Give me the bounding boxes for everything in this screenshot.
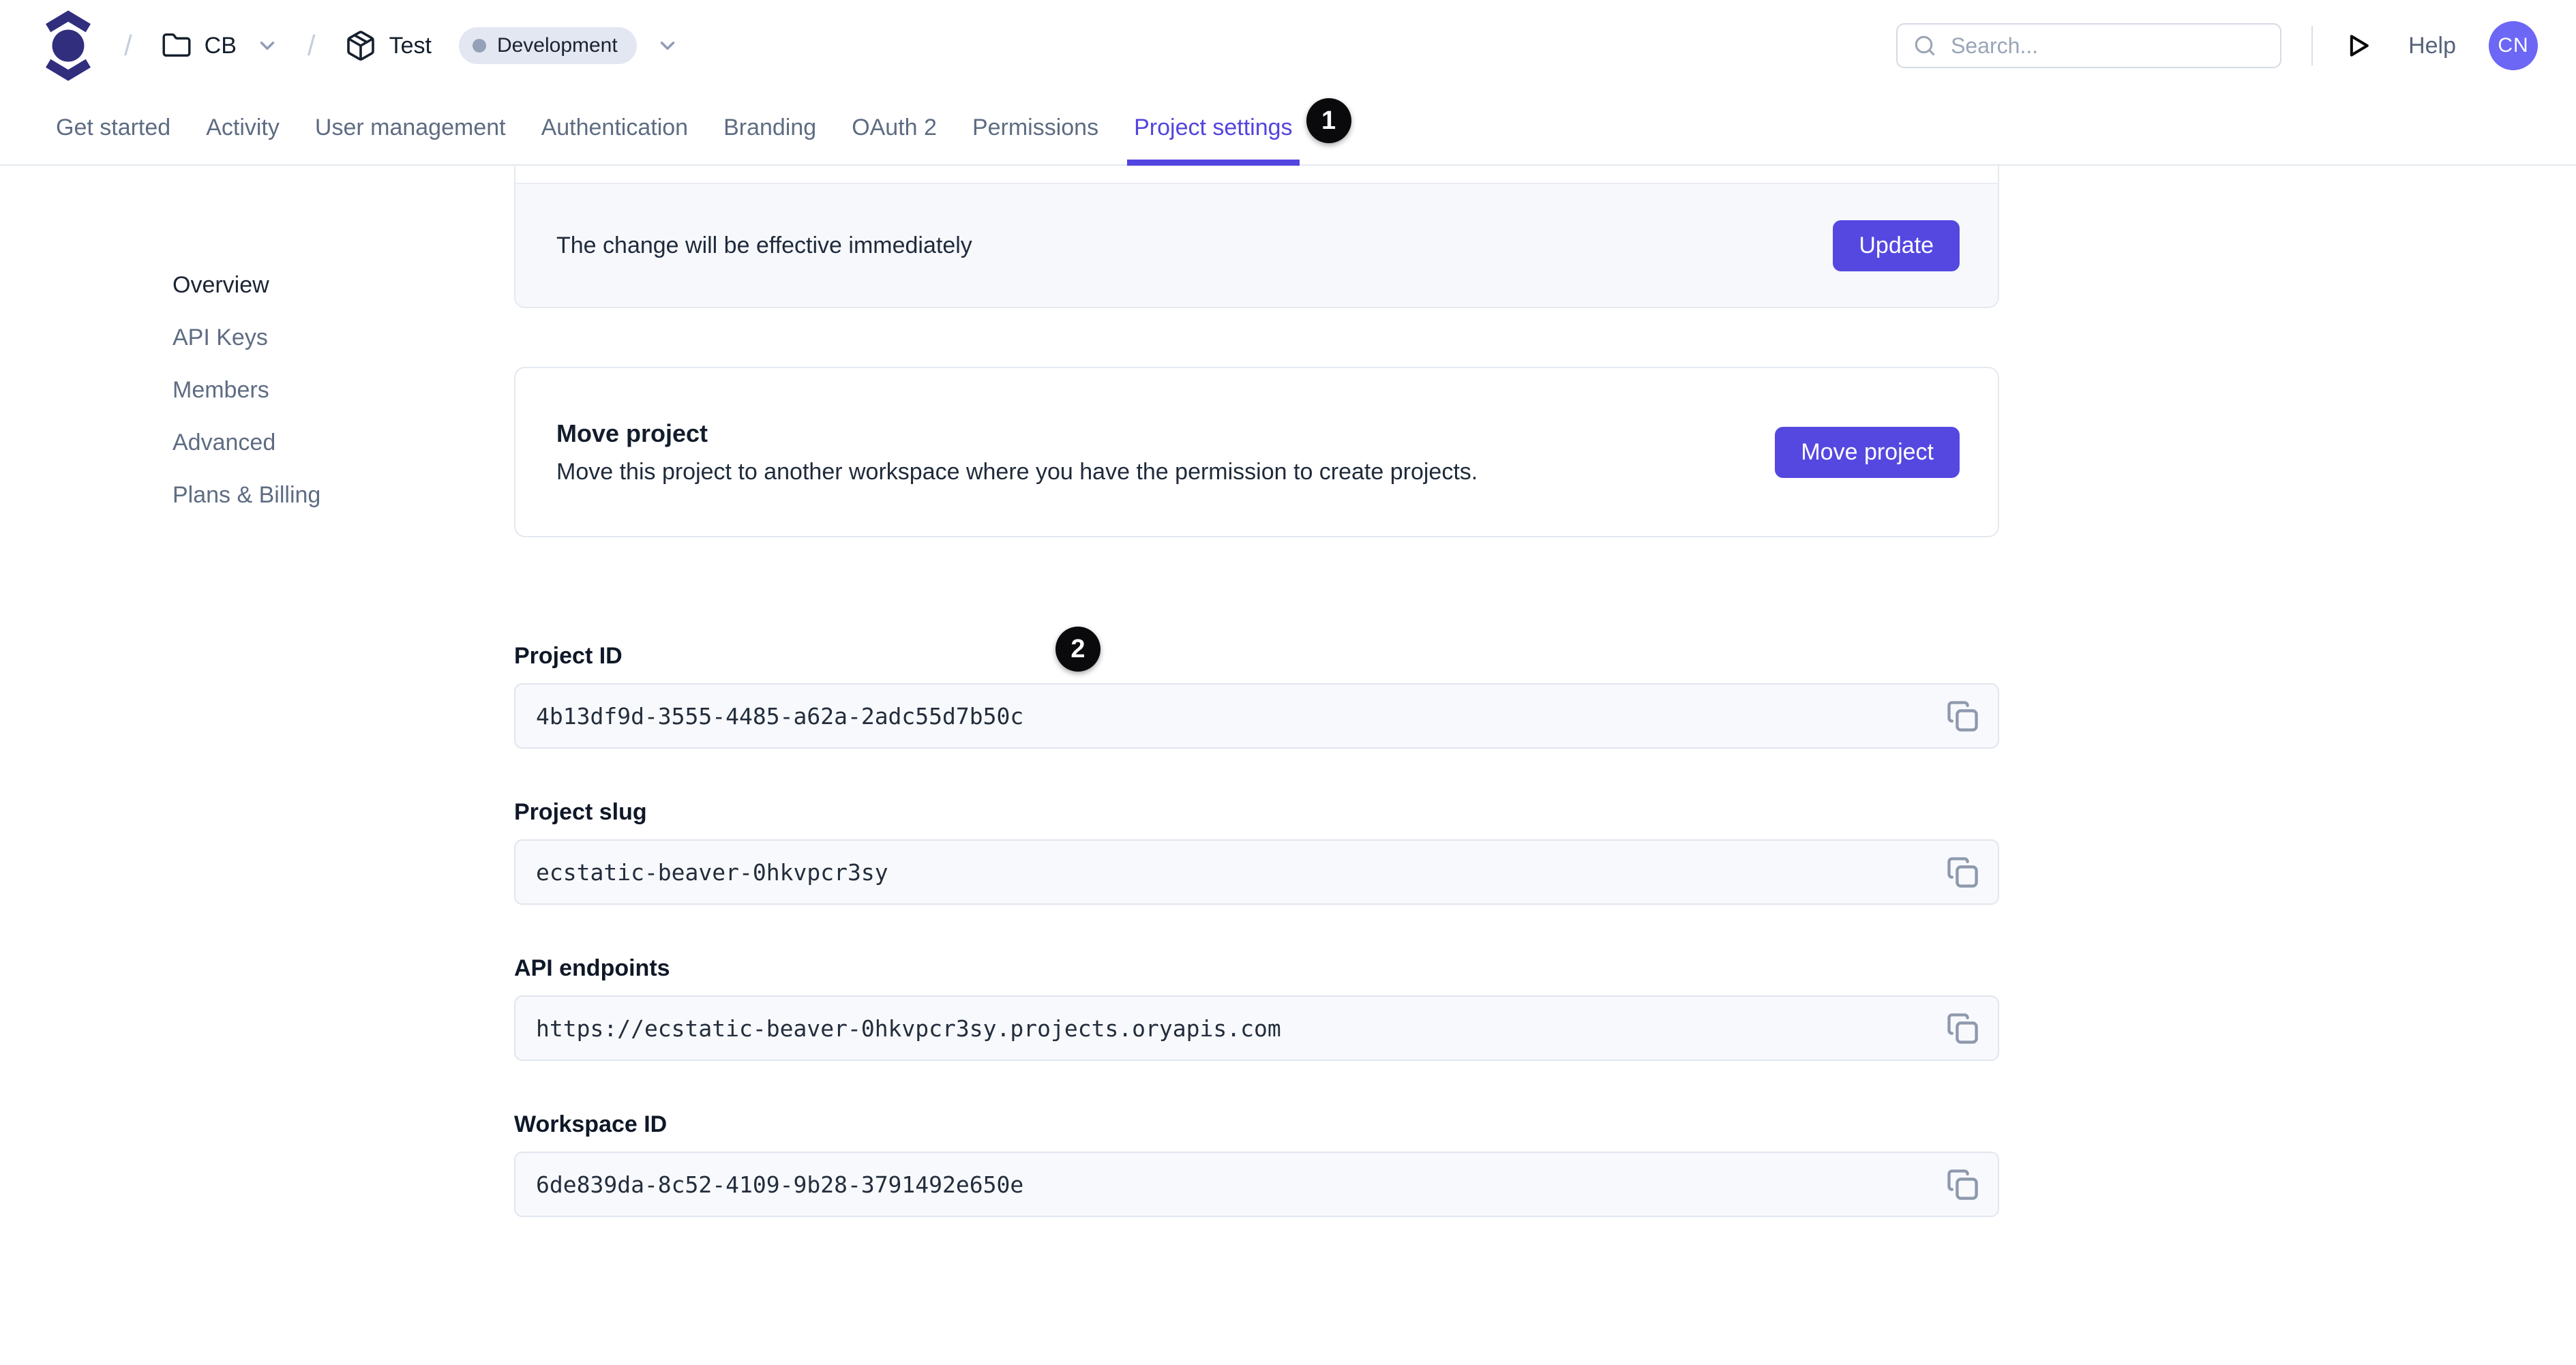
- search-input[interactable]: [1949, 32, 2266, 59]
- update-note: The change will be effective immediately: [556, 232, 972, 258]
- settings-main: The change will be effective immediately…: [514, 166, 1999, 1217]
- move-project-text: Move project Move this project to anothe…: [556, 419, 1775, 485]
- breadcrumb-separator: /: [124, 29, 132, 61]
- update-button[interactable]: Update: [1833, 220, 1960, 271]
- sidebar-item-members[interactable]: Members: [173, 376, 466, 404]
- breadcrumb-project-label: Test: [389, 32, 432, 59]
- annotation-badge-2: 2: [1055, 627, 1100, 672]
- breadcrumb-workspace-label: CB: [204, 32, 237, 59]
- workspace-id-box: 6de839da-8c52-4109-9b28-3791492e650e: [514, 1152, 1999, 1217]
- field-workspace-id: Workspace ID 6de839da-8c52-4109-9b28-379…: [514, 1111, 1999, 1217]
- update-card: The change will be effective immediately…: [514, 166, 1999, 308]
- copy-icon[interactable]: [1943, 853, 1981, 891]
- tab-oauth2[interactable]: OAuth 2: [850, 91, 938, 164]
- environment-dot-icon: [472, 39, 486, 52]
- package-icon: [344, 29, 377, 62]
- annotation-badge-1: 1: [1306, 98, 1351, 143]
- user-avatar[interactable]: CN: [2489, 21, 2538, 70]
- help-link[interactable]: Help: [2408, 33, 2456, 59]
- workspace-id-value: 6de839da-8c52-4109-9b28-3791492e650e: [536, 1171, 1024, 1198]
- tab-project-settings-label: Project settings: [1134, 115, 1293, 140]
- folder-icon: [161, 30, 192, 61]
- play-icon[interactable]: [2343, 31, 2373, 61]
- update-card-body-clipped: [515, 166, 1998, 184]
- api-endpoints-label: API endpoints: [514, 955, 670, 981]
- tab-user-management[interactable]: User management: [314, 91, 507, 164]
- breadcrumb-project[interactable]: Test Development: [344, 27, 679, 64]
- ory-logo-icon[interactable]: [41, 9, 95, 82]
- project-id-box: 4b13df9d-3555-4485-a62a-2adc55d7b50c: [514, 683, 1999, 749]
- api-endpoints-box: https://ecstatic-beaver-0hkvpcr3sy.proje…: [514, 995, 1999, 1061]
- project-id-label: Project ID: [514, 643, 623, 669]
- breadcrumb-separator: /: [307, 29, 316, 61]
- move-project-title: Move project: [556, 419, 708, 447]
- copy-icon[interactable]: [1943, 1009, 1981, 1047]
- environment-badge: Development: [458, 27, 637, 64]
- project-tabbar: Get started Activity User management Aut…: [0, 91, 2576, 166]
- header-actions: Help CN: [1896, 21, 2538, 70]
- update-card-footer: The change will be effective immediately…: [515, 184, 1998, 307]
- project-slug-value: ecstatic-beaver-0hkvpcr3sy: [536, 858, 888, 886]
- sidebar-item-overview[interactable]: Overview: [173, 271, 466, 299]
- project-slug-box: ecstatic-beaver-0hkvpcr3sy: [514, 839, 1999, 905]
- field-project-slug: Project slug ecstatic-beaver-0hkvpcr3sy: [514, 798, 1999, 905]
- tab-project-settings[interactable]: Project settings 1: [1127, 91, 1351, 166]
- project-slug-label: Project slug: [514, 799, 647, 825]
- tab-activity[interactable]: Activity: [205, 91, 281, 164]
- sidebar-item-api-keys[interactable]: API Keys: [173, 324, 466, 351]
- tab-authentication[interactable]: Authentication: [540, 91, 690, 164]
- settings-sidebar: Overview API Keys Members Advanced Plans…: [173, 271, 466, 534]
- tab-branding[interactable]: Branding: [722, 91, 818, 164]
- move-project-card: Move project Move this project to anothe…: [514, 367, 1999, 537]
- chevron-down-icon: [256, 34, 279, 57]
- sidebar-item-advanced[interactable]: Advanced: [173, 429, 466, 456]
- project-id-value: 4b13df9d-3555-4485-a62a-2adc55d7b50c: [536, 702, 1024, 730]
- workspace-id-label: Workspace ID: [514, 1111, 668, 1137]
- move-project-button[interactable]: Move project: [1775, 426, 1960, 478]
- header-divider: [2311, 26, 2313, 65]
- field-api-endpoints: API endpoints https://ecstatic-beaver-0h…: [514, 955, 1999, 1061]
- api-endpoints-value: https://ecstatic-beaver-0hkvpcr3sy.proje…: [536, 1015, 1281, 1042]
- breadcrumb-workspace[interactable]: CB: [161, 30, 279, 61]
- chevron-down-icon: [656, 34, 679, 57]
- tab-permissions[interactable]: Permissions: [971, 91, 1100, 164]
- top-header: / CB / Test Development Search... Help C…: [0, 0, 2576, 91]
- copy-icon[interactable]: [1943, 1165, 1981, 1203]
- environment-badge-label: Development: [496, 34, 618, 57]
- copy-icon[interactable]: [1943, 697, 1981, 735]
- move-project-description: Move this project to another workspace w…: [556, 458, 1478, 485]
- search-icon: [1913, 33, 1937, 58]
- search-box[interactable]: [1896, 23, 2282, 68]
- sidebar-item-plans-billing[interactable]: Plans & Billing: [173, 481, 466, 509]
- field-project-id: Project ID 4b13df9d-3555-4485-a62a-2adc5…: [514, 642, 1999, 749]
- tab-get-started[interactable]: Get started: [55, 91, 172, 164]
